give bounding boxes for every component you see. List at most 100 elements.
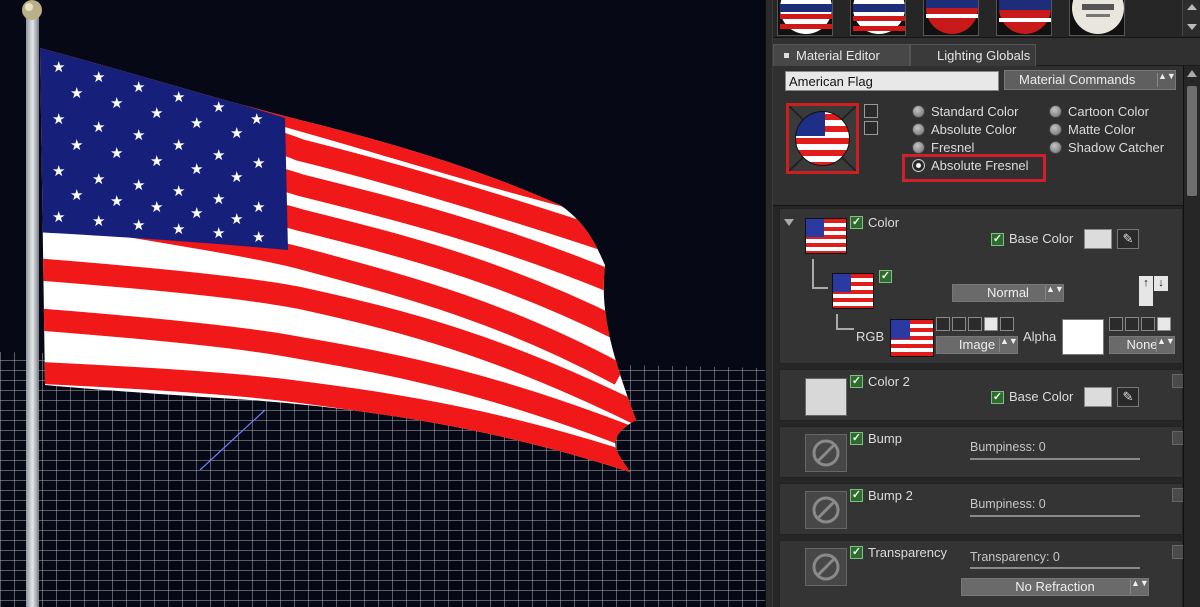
- base-color-checkbox[interactable]: ✓: [991, 391, 1004, 404]
- expand-icon[interactable]: [784, 219, 794, 226]
- eyedropper-icon[interactable]: ✎: [1117, 387, 1139, 407]
- svg-text:★: ★: [132, 126, 145, 144]
- gear-icon[interactable]: [936, 317, 950, 331]
- sublayer-enable-checkbox[interactable]: ✓: [879, 270, 892, 283]
- alpha-texture-thumb[interactable]: [1062, 319, 1104, 355]
- settings-icon[interactable]: [864, 104, 878, 118]
- sublayer-texture-thumb[interactable]: [832, 273, 874, 309]
- thumbnail-scrollbar[interactable]: [1182, 0, 1200, 36]
- blend-mode-dropdown[interactable]: Normal ▲▼: [952, 284, 1064, 302]
- material-layers: ✓ Color ✓ Base Color ✎ ✓ Normal ▲▼ ↑ ↓ RG…: [773, 205, 1184, 607]
- radio-label: Standard Color: [931, 104, 1019, 119]
- dropdown-label: None: [1126, 337, 1158, 352]
- color-texture-thumb[interactable]: [805, 218, 847, 254]
- svg-text:★: ★: [92, 170, 105, 188]
- scroll-up-icon[interactable]: [1187, 70, 1197, 77]
- svg-text:★: ★: [172, 182, 185, 200]
- radio-icon: [1049, 105, 1062, 118]
- svg-text:★: ★: [190, 160, 203, 178]
- rgb-texture-thumb[interactable]: [890, 319, 934, 357]
- radio-cartoon-color[interactable]: Cartoon Color: [1049, 103, 1149, 121]
- base-color-swatch[interactable]: [1084, 387, 1112, 407]
- svg-text:★: ★: [132, 216, 145, 234]
- radio-absolute-color[interactable]: Absolute Color: [912, 121, 1016, 139]
- svg-text:★: ★: [250, 110, 263, 128]
- crop-icon[interactable]: [952, 317, 966, 331]
- radio-icon: [1049, 123, 1062, 136]
- layer-connector: [812, 259, 828, 289]
- transparency-empty-thumb[interactable]: [805, 548, 847, 586]
- material-thumb-4[interactable]: [996, 0, 1052, 36]
- radio-shadow-catcher[interactable]: Shadow Catcher: [1049, 139, 1164, 157]
- gear-icon[interactable]: [1109, 317, 1123, 331]
- material-thumb-5[interactable]: [1069, 0, 1125, 36]
- bump2-enable-checkbox[interactable]: ✓: [850, 489, 863, 502]
- panel-scrollbar[interactable]: [1183, 66, 1200, 607]
- copy-icon[interactable]: [864, 121, 878, 135]
- base-color-swatch[interactable]: [1084, 229, 1112, 249]
- move-down-icon[interactable]: ↓: [1154, 276, 1168, 291]
- layer-bump-2: ✓ Bump 2 Bumpiness: 0: [779, 483, 1184, 535]
- tab-lighting-globals[interactable]: Lighting Globals: [910, 44, 1036, 66]
- bumpiness-slider[interactable]: [970, 515, 1140, 517]
- material-thumbnail-strip: [773, 0, 1200, 38]
- svg-text:★: ★: [110, 192, 123, 210]
- refraction-dropdown[interactable]: No Refraction ▲▼: [961, 578, 1149, 596]
- gradient-icon[interactable]: [1157, 317, 1171, 331]
- grid-icon[interactable]: [1000, 317, 1014, 331]
- transparency-slider[interactable]: [970, 567, 1140, 569]
- scroll-up-icon[interactable]: [1187, 4, 1197, 10]
- layer-transparency: ✓ Transparency Transparency: 0 No Refrac…: [779, 540, 1184, 607]
- radio-label: Cartoon Color: [1068, 104, 1149, 119]
- radio-label: Absolute Color: [931, 122, 1017, 137]
- color2-swatch-thumb[interactable]: [805, 378, 847, 416]
- radio-label: Fresnel: [931, 140, 975, 155]
- rgb-mode-dropdown[interactable]: Image ▲▼: [936, 336, 1018, 354]
- material-thumb-3[interactable]: [923, 0, 979, 36]
- svg-text:★: ★: [190, 114, 203, 132]
- 3d-viewport[interactable]: ★ ★ ★ ★ ★ ★ ★ ★ ★ ★ ★ ★ ★ ★ ★ ★ ★ ★ ★ ★ ★ ★ ★ ★ ★ ★ ★ ★ ★ ★ ★ ★ ★ ★…: [0, 0, 765, 607]
- scrollbar-thumb[interactable]: [1187, 86, 1197, 196]
- tab-material-editor[interactable]: Material Editor: [773, 44, 910, 66]
- spinner-icon: ▲▼: [1156, 337, 1175, 352]
- layer-title: Color 2: [868, 374, 910, 389]
- radio-standard-color[interactable]: Standard Color: [912, 103, 1018, 121]
- svg-text:★: ★: [212, 224, 225, 242]
- radio-icon: [912, 105, 925, 118]
- base-color-checkbox[interactable]: ✓: [991, 233, 1004, 246]
- bumpiness-label: Bumpiness: 0: [970, 440, 1046, 454]
- material-commands-dropdown[interactable]: Material Commands ▲▼: [1004, 70, 1176, 90]
- remove-layer-icon[interactable]: [1139, 291, 1153, 306]
- color2-enable-checkbox[interactable]: ✓: [850, 375, 863, 388]
- scene-render: ★ ★ ★ ★ ★ ★ ★ ★ ★ ★ ★ ★ ★ ★ ★ ★ ★ ★ ★ ★ ★ ★ ★ ★ ★ ★ ★ ★ ★ ★ ★ ★ ★ ★…: [0, 0, 765, 607]
- radio-label: Shadow Catcher: [1068, 140, 1165, 155]
- svg-text:★: ★: [150, 152, 163, 170]
- transparency-enable-checkbox[interactable]: ✓: [850, 546, 863, 559]
- layer-bump: ✓ Bump Bumpiness: 0: [779, 426, 1184, 478]
- bump2-empty-thumb[interactable]: [805, 491, 847, 529]
- gradient-icon[interactable]: [984, 317, 998, 331]
- circle-icon[interactable]: [1141, 317, 1155, 331]
- alpha-label: Alpha: [1023, 329, 1057, 344]
- move-up-icon[interactable]: ↑: [1139, 276, 1153, 291]
- eyedropper-icon[interactable]: ✎: [1117, 229, 1139, 249]
- svg-text:★: ★: [70, 84, 83, 102]
- bumpiness-slider[interactable]: [970, 458, 1140, 460]
- crop-icon[interactable]: [1125, 317, 1139, 331]
- radio-matte-color[interactable]: Matte Color: [1049, 121, 1135, 139]
- bump-empty-thumb[interactable]: [805, 434, 847, 472]
- svg-text:★: ★: [172, 220, 185, 238]
- panel-splitter[interactable]: [765, 0, 773, 607]
- svg-text:★: ★: [230, 168, 243, 186]
- material-thumb-2[interactable]: [850, 0, 906, 36]
- bump-enable-checkbox[interactable]: ✓: [850, 432, 863, 445]
- material-thumb-1[interactable]: [777, 0, 833, 36]
- color-enable-checkbox[interactable]: ✓: [850, 216, 863, 229]
- alpha-mode-dropdown[interactable]: None ▲▼: [1109, 336, 1175, 354]
- spinner-icon: ▲▼: [999, 337, 1018, 352]
- circle-icon[interactable]: [968, 317, 982, 331]
- material-name-input[interactable]: [785, 71, 999, 91]
- material-preview[interactable]: [786, 103, 859, 174]
- dropdown-label: Image: [958, 337, 996, 352]
- scroll-down-icon[interactable]: [1187, 24, 1197, 30]
